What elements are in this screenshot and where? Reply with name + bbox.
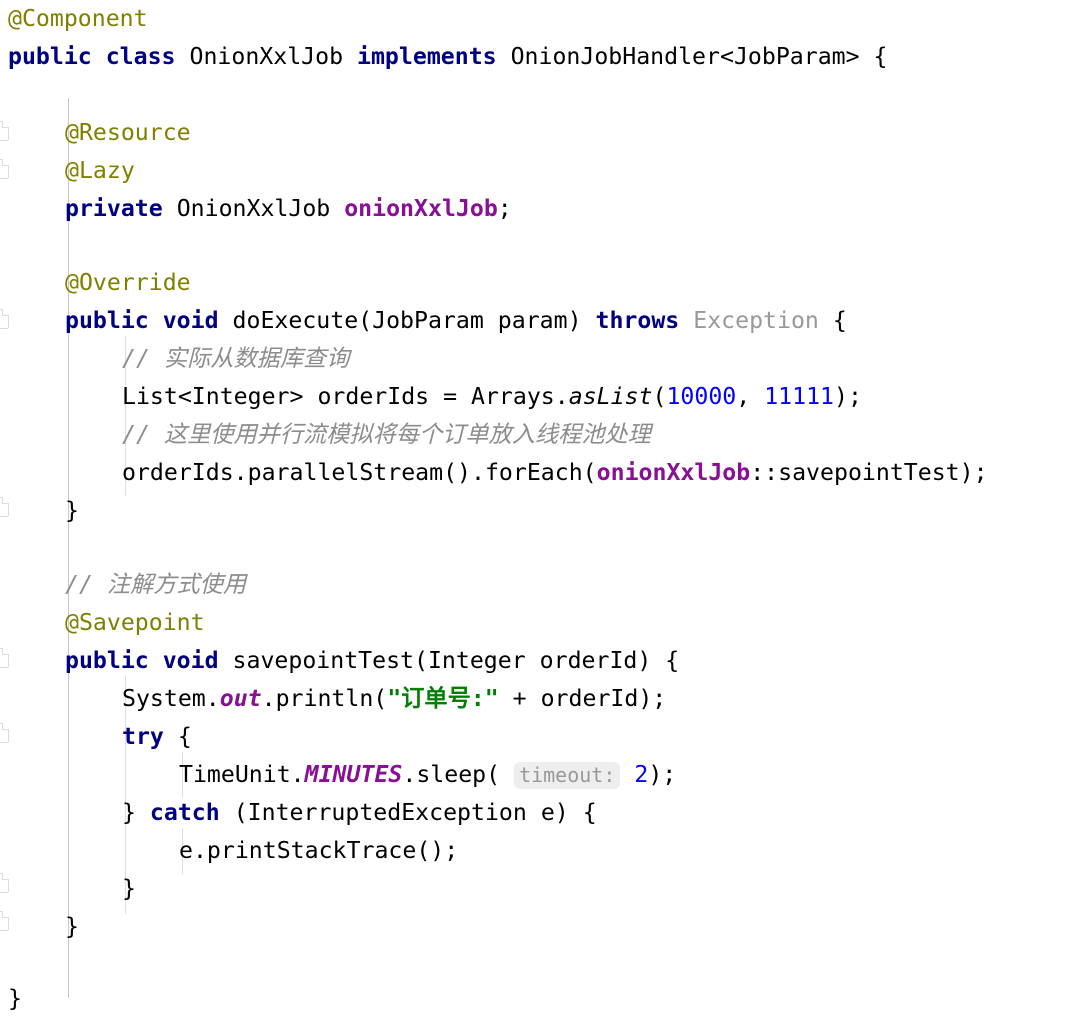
- code-editor[interactable]: @Component public class OnionXxlJob imple…: [0, 0, 1080, 1016]
- spring-bean-gutter-icon[interactable]: [0, 648, 9, 668]
- code-token-stat: MINUTES: [304, 761, 403, 788]
- code-token-plain: (: [652, 383, 667, 410]
- code-line[interactable]: @Resource: [65, 114, 191, 152]
- code-line[interactable]: private OnionXxlJob onionXxlJob;: [65, 190, 512, 228]
- code-token-ann: @Component: [8, 5, 148, 32]
- code-token-plain: }: [122, 875, 136, 902]
- code-line[interactable]: List<Integer> orderIds = Arrays.asList(1…: [122, 378, 862, 416]
- code-token-plain: orderIds.parallelStream().forEach(: [122, 459, 597, 486]
- code-token-plain: TimeUnit.: [179, 761, 305, 788]
- code-line[interactable]: try {: [122, 718, 192, 756]
- code-line[interactable]: }: [122, 870, 136, 908]
- code-line[interactable]: }: [65, 492, 79, 530]
- code-token-stat: out: [219, 685, 262, 712]
- code-line[interactable]: System.out.println("订单号:" + orderId);: [122, 680, 666, 718]
- code-token-plain: }: [122, 799, 150, 826]
- code-token-kw: catch: [149, 799, 220, 826]
- code-token-ann: @Override: [65, 269, 191, 296]
- code-token-kw: private: [65, 195, 177, 222]
- code-line[interactable]: }: [8, 980, 22, 1018]
- code-line[interactable]: @Component: [8, 0, 148, 38]
- code-token-cmt: // 注解方式使用: [65, 571, 247, 598]
- spring-bean-gutter-icon[interactable]: [0, 121, 9, 141]
- code-token-plain: (InterruptedException e) {: [219, 799, 597, 826]
- code-token-num: 10000: [666, 383, 737, 410]
- code-token-fld: onionXxlJob: [344, 195, 498, 222]
- code-line[interactable]: public void doExecute(JobParam param) th…: [65, 302, 847, 340]
- code-line[interactable]: orderIds.parallelStream().forEach(onionX…: [122, 454, 988, 492]
- code-token-fld: onionXxlJob: [596, 459, 751, 486]
- code-line[interactable]: // 实际从数据库查询: [122, 340, 349, 378]
- code-token-ann: @Resource: [65, 119, 191, 146]
- code-token-plain: doExecute(JobParam param): [232, 307, 596, 334]
- code-token-plain: }: [65, 497, 79, 524]
- code-token-plain: }: [8, 985, 22, 1012]
- code-token-kw: public class: [8, 43, 190, 70]
- spring-bean-gutter-icon[interactable]: [0, 497, 9, 517]
- code-token-plain: );: [648, 761, 677, 788]
- code-token-str: "订单号:": [387, 685, 499, 712]
- code-token-dim: Exception: [693, 307, 819, 334]
- code-token-kw: implements: [357, 43, 511, 70]
- code-line[interactable]: public void savepointTest(Integer orderI…: [65, 642, 679, 680]
- code-line[interactable]: public class OnionXxlJob implements Onio…: [8, 38, 888, 76]
- code-token-kw: public void: [65, 647, 233, 674]
- code-line[interactable]: @Savepoint: [65, 604, 205, 642]
- code-line[interactable]: @Override: [65, 264, 191, 302]
- code-line[interactable]: // 注解方式使用: [65, 566, 246, 604]
- code-token-plain: {: [818, 307, 847, 334]
- parameter-hint: timeout:: [514, 762, 621, 789]
- code-token-plain: {: [163, 723, 192, 750]
- code-token-kw: try: [122, 723, 164, 750]
- code-token-plain: System.: [122, 685, 220, 712]
- code-token-kw: public void: [65, 307, 233, 334]
- code-token-plain: ;: [497, 195, 512, 222]
- code-line[interactable]: } catch (InterruptedException e) {: [122, 794, 597, 832]
- code-line[interactable]: }: [65, 908, 79, 946]
- code-token-num: 11111: [764, 383, 835, 410]
- spring-bean-gutter-icon[interactable]: [0, 873, 9, 893]
- code-token-ann: @Savepoint: [65, 609, 205, 636]
- code-token-plain: );: [834, 383, 862, 410]
- code-token-plain: OnionXxlJob: [176, 195, 345, 222]
- code-token-plain: e.printStackTrace();: [179, 837, 459, 864]
- code-token-plain: ,: [736, 383, 765, 410]
- spring-bean-gutter-icon[interactable]: [0, 723, 9, 743]
- code-token-cmt: // 实际从数据库查询: [122, 345, 350, 372]
- code-token-plain: List<Integer> orderIds = Arrays.: [122, 383, 569, 410]
- code-line[interactable]: @Lazy: [65, 152, 135, 190]
- code-token-kw: throws: [595, 307, 694, 334]
- parameter-hint-wrapper: timeout:: [514, 761, 621, 789]
- code-token-cmt: // 这里使用并行流模拟将每个订单放入线程池处理: [122, 421, 651, 448]
- code-token-plain: .sleep(: [402, 761, 515, 788]
- code-token-ann: @Lazy: [65, 157, 135, 184]
- code-line[interactable]: // 这里使用并行流模拟将每个订单放入线程池处理: [122, 416, 651, 454]
- code-token-plain: savepointTest(Integer orderId) {: [232, 647, 680, 674]
- code-token-plain: .println(: [261, 685, 388, 712]
- code-line[interactable]: TimeUnit.MINUTES.sleep( timeout: 2);: [179, 756, 676, 794]
- code-token-plain: + orderId);: [498, 685, 667, 712]
- code-token-plain: }: [65, 913, 79, 940]
- spring-bean-gutter-icon[interactable]: [0, 159, 9, 179]
- code-token-plain: ::savepointTest);: [750, 459, 988, 486]
- indent-guide-class-body: [68, 98, 69, 998]
- code-token-plain: OnionJobHandler<JobParam> {: [510, 43, 888, 70]
- code-token-plain: OnionXxlJob: [189, 43, 358, 70]
- code-line[interactable]: e.printStackTrace();: [179, 832, 458, 870]
- code-token-num: 2: [634, 761, 649, 788]
- spring-bean-gutter-icon[interactable]: [0, 309, 9, 329]
- spring-bean-gutter-icon[interactable]: [0, 911, 9, 931]
- code-token-statm: asList: [568, 383, 653, 410]
